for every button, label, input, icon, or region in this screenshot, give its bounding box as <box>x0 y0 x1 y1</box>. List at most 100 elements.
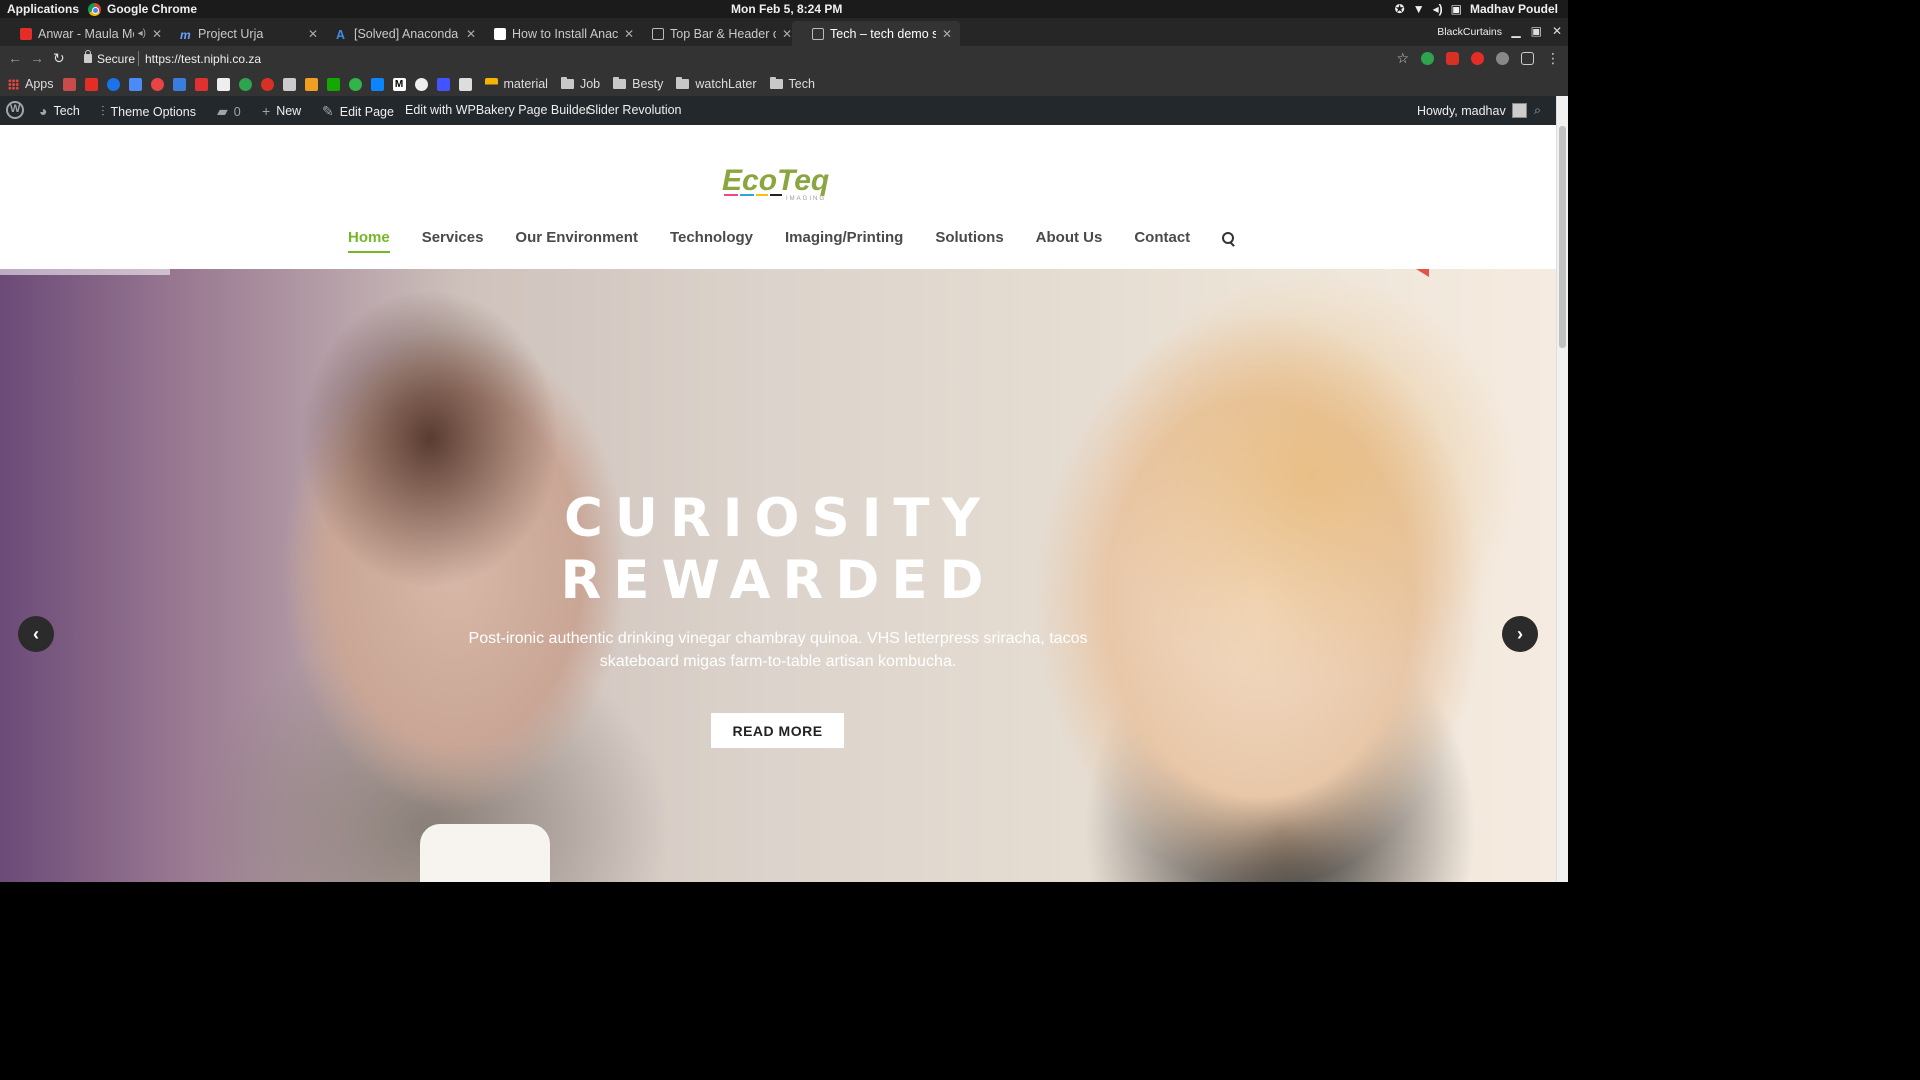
bookmark-icon[interactable] <box>436 77 450 91</box>
folder-label: material <box>503 77 548 91</box>
lock-icon[interactable] <box>84 50 92 63</box>
wp-user-menu[interactable]: Howdy, madhav <box>1417 103 1527 118</box>
volume-icon[interactable]: ◂) <box>1433 2 1443 16</box>
anaconda-icon: A <box>336 27 346 42</box>
wifi-icon[interactable]: ▼ <box>1413 2 1425 16</box>
bookmark-icon[interactable] <box>304 77 318 91</box>
main-menu: Home Services Our Environment Technology… <box>348 229 1236 253</box>
bookmark-folder-job[interactable]: Job <box>560 77 600 91</box>
site-header: EcoTeq IMAGING Home Services Our Environ… <box>0 125 1556 269</box>
menu-contact[interactable]: Contact <box>1134 229 1190 253</box>
folder-icon <box>676 77 690 89</box>
bookmark-icon[interactable] <box>150 77 164 91</box>
maximize-icon[interactable]: ▣ <box>1531 24 1542 38</box>
clipboard-icon[interactable]: ▣ <box>1451 2 1462 16</box>
search-icon[interactable] <box>1222 232 1236 246</box>
scrollbar-thumb[interactable] <box>1559 126 1566 348</box>
accessibility-icon[interactable]: ✪ <box>1395 2 1405 16</box>
extension-icon[interactable] <box>1421 52 1434 65</box>
divider <box>138 51 139 66</box>
bookmark-icon[interactable] <box>62 77 76 91</box>
user-menu[interactable]: Madhav Poudel <box>1470 2 1558 16</box>
bookmark-folder-material[interactable]: material <box>484 77 548 91</box>
menu-our-environment[interactable]: Our Environment <box>515 229 638 253</box>
page-scrollbar[interactable] <box>1556 96 1568 882</box>
wordpress-icon[interactable] <box>6 101 24 119</box>
wp-admin-bar: ◕ Tech ⫶ Theme Options ▰ 0 + New ✎ Edit … <box>0 96 1568 125</box>
tab-anaconda-solved[interactable]: A [Solved] Anaconda i ✕ <box>316 21 484 46</box>
slider-next-icon[interactable]: › <box>1502 616 1538 652</box>
star-icon[interactable]: ☆ <box>1396 50 1409 67</box>
bookmarks-bar: Apps M material Job Besty watchLater Tec… <box>0 72 1568 96</box>
menu-home[interactable]: Home <box>348 229 390 253</box>
apps-grid-icon <box>8 78 19 90</box>
apps-shortcut[interactable]: Apps <box>8 77 54 91</box>
toolbar: ← → ↻ Secure https://test.niphi.co.za ☆ … <box>0 46 1568 72</box>
tab-tech-demo[interactable]: Tech – tech demo si ✕ <box>792 21 960 46</box>
bookmark-icon[interactable] <box>172 77 186 91</box>
secure-label[interactable]: Secure <box>97 52 135 66</box>
menu-about-us[interactable]: About Us <box>1036 229 1103 253</box>
bookmark-folder-tech[interactable]: Tech <box>769 77 815 91</box>
bookmark-icon[interactable] <box>128 77 142 91</box>
tab-title: Top Bar & Header c <box>670 26 776 41</box>
wp-search-icon[interactable]: ⌕ <box>1534 103 1541 118</box>
back-icon[interactable]: ← <box>8 50 22 66</box>
bookmark-icon[interactable] <box>216 77 230 91</box>
close-icon[interactable]: ✕ <box>942 27 952 41</box>
youtube-icon[interactable] <box>84 77 98 91</box>
bookmark-folder-watchlater[interactable]: watchLater <box>676 77 757 91</box>
slider-prev-icon[interactable]: ‹ <box>18 616 54 652</box>
close-icon[interactable]: ✕ <box>782 27 792 41</box>
bookmark-folder-besty[interactable]: Besty <box>613 77 663 91</box>
extension-icon[interactable] <box>1521 52 1534 65</box>
wp-edit-page[interactable]: ✎ Edit Page <box>322 103 394 120</box>
tab-top-bar-header[interactable]: Top Bar & Header c ✕ <box>632 21 800 46</box>
tab-project-urja[interactable]: m Project Urja ✕ <box>160 21 326 46</box>
bookmark-icon[interactable] <box>260 77 274 91</box>
menu-technology[interactable]: Technology <box>670 229 753 253</box>
upwork-icon[interactable] <box>326 77 340 91</box>
active-app[interactable]: Google Chrome <box>88 2 197 16</box>
bookmark-icon[interactable] <box>106 77 120 91</box>
wp-comments[interactable]: ▰ 0 <box>217 103 241 120</box>
audio-icon[interactable]: ◂) <box>138 28 146 39</box>
menu-solutions[interactable]: Solutions <box>935 229 1003 253</box>
bookmark-icon[interactable] <box>370 77 384 91</box>
window-controls: ▁ ▣ ✕ <box>1511 24 1562 38</box>
bookmark-icon[interactable] <box>414 77 428 91</box>
ecoteq-logo[interactable]: EcoTeq IMAGING <box>718 160 840 202</box>
applications-menu[interactable]: Applications <box>7 2 79 16</box>
menu-services[interactable]: Services <box>422 229 484 253</box>
wp-site-link[interactable]: ◕ Tech <box>39 103 80 119</box>
bookmark-icon[interactable] <box>238 77 252 91</box>
wp-new[interactable]: + New <box>262 103 301 119</box>
forward-icon[interactable]: → <box>30 50 44 66</box>
extension-icon[interactable] <box>1471 52 1484 65</box>
clock[interactable]: Mon Feb 5, 8:24 PM <box>731 2 842 16</box>
tab-install-anaconda[interactable]: How to Install Anac ✕ <box>474 21 642 46</box>
bookmark-icon[interactable] <box>348 77 362 91</box>
minimize-icon[interactable]: ▁ <box>1511 24 1520 38</box>
menu-icon[interactable]: ⋮ <box>1546 50 1560 67</box>
tab-youtube[interactable]: Anwar - Maula Me ◂) ✕ <box>0 21 170 46</box>
address-bar[interactable]: https://test.niphi.co.za <box>145 52 261 66</box>
pocket-icon[interactable] <box>1496 52 1509 65</box>
logo-text: EcoTeq <box>722 164 829 197</box>
wp-slider-revolution[interactable]: Slider Revolution <box>587 103 682 117</box>
profile-label[interactable]: BlackCurtains <box>1437 26 1502 38</box>
decorative-corner <box>1416 269 1429 277</box>
bookmark-icon[interactable] <box>194 77 208 91</box>
medium-icon[interactable]: M <box>392 77 406 91</box>
read-more-button[interactable]: READ MORE <box>711 713 844 748</box>
close-window-icon[interactable]: ✕ <box>1552 24 1562 38</box>
bookmark-icon[interactable] <box>282 77 296 91</box>
wp-theme-options[interactable]: ⫶ Theme Options <box>101 103 196 120</box>
reload-icon[interactable]: ↻ <box>53 50 65 67</box>
comment-icon: ▰ <box>217 103 228 119</box>
wp-site-label: Tech <box>53 104 80 118</box>
wp-wpbakery[interactable]: Edit with WPBakery Page Builder <box>405 103 590 117</box>
bookmark-icon[interactable] <box>458 77 472 91</box>
menu-imaging-printing[interactable]: Imaging/Printing <box>785 229 903 253</box>
extension-icon[interactable] <box>1446 52 1459 65</box>
